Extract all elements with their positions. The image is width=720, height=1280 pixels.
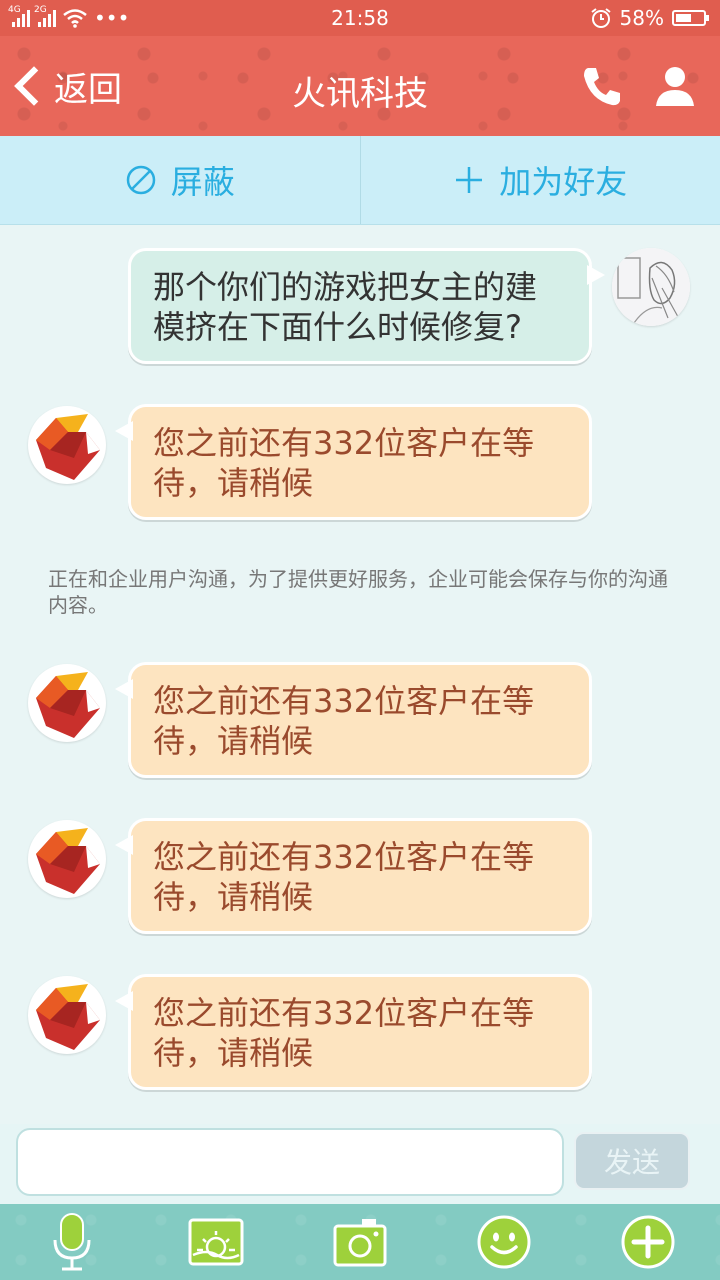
message-text: 您之前还有332位客户在等待，请稍候 (153, 838, 535, 916)
back-button[interactable]: 返回 (12, 58, 122, 114)
message-bubble[interactable]: 那个你们的游戏把女主的建模挤在下面什么时候修复? (128, 248, 605, 364)
input-bar: 发送 (0, 1124, 720, 1204)
plus-icon (621, 1215, 675, 1269)
company-avatar[interactable] (28, 976, 106, 1054)
image-button[interactable] (186, 1212, 246, 1272)
tool-bar (0, 1204, 720, 1280)
company-logo-icon (36, 414, 100, 480)
status-bar: 4G 2G ••• 21:58 58% (0, 0, 720, 36)
person-icon (656, 67, 694, 106)
message-text: 那个你们的游戏把女主的建模挤在下面什么时候修复? (153, 268, 538, 346)
voice-button[interactable] (42, 1212, 102, 1272)
alarm-icon (590, 8, 611, 28)
company-logo-icon (36, 672, 100, 738)
company-logo-icon (36, 828, 100, 894)
camera-button[interactable] (330, 1212, 390, 1272)
system-notice: 正在和企业用户沟通，为了提供更好服务，企业可能会保存与你的沟通内容。 (48, 567, 668, 617)
add-friend-button[interactable]: 加为好友 (359, 136, 720, 224)
company-avatar[interactable] (28, 664, 106, 742)
camera-icon (333, 1219, 387, 1267)
company-avatar[interactable] (28, 820, 106, 898)
send-button[interactable]: 发送 (574, 1132, 690, 1190)
phone-icon (584, 68, 620, 106)
company-logo-icon (36, 984, 100, 1050)
sketch-portrait-icon (612, 248, 690, 326)
back-label: 返回 (54, 69, 122, 110)
emoji-button[interactable] (474, 1212, 534, 1272)
message-bubble[interactable]: 您之前还有332位客户在等待，请稍候 (115, 404, 592, 520)
battery-level (676, 14, 692, 22)
emoji-icon (477, 1215, 531, 1269)
more-button[interactable] (618, 1212, 678, 1272)
phone-call-button[interactable] (578, 62, 626, 110)
nav-bar: 返回 火讯科技 (0, 36, 720, 136)
battery-percent: 58% (619, 6, 664, 30)
battery-icon (672, 10, 709, 26)
add-friend-label: 加为好友 (499, 163, 628, 201)
plus-icon (456, 167, 483, 193)
message-input[interactable] (16, 1128, 564, 1196)
message-text: 您之前还有332位客户在等待，请稍候 (153, 994, 535, 1072)
profile-button[interactable] (648, 60, 702, 114)
company-avatar[interactable] (28, 406, 106, 484)
message-bubble[interactable]: 您之前还有332位客户在等待，请稍候 (115, 818, 592, 934)
action-bar: 屏蔽 加为好友 (0, 136, 720, 225)
message-text: 您之前还有332位客户在等待，请稍候 (153, 424, 535, 502)
status-right: 58% (590, 6, 709, 30)
message-text: 您之前还有332位客户在等待，请稍候 (153, 682, 535, 760)
message-bubble[interactable]: 您之前还有332位客户在等待，请稍候 (115, 974, 592, 1090)
block-icon (126, 165, 155, 195)
user-avatar[interactable] (612, 248, 690, 326)
block-button[interactable]: 屏蔽 (0, 136, 360, 224)
message-bubble[interactable]: 您之前还有332位客户在等待，请稍候 (115, 662, 592, 778)
image-icon (188, 1218, 244, 1266)
chevron-left-icon (14, 66, 54, 106)
chat-area[interactable]: 那个你们的游戏把女主的建模挤在下面什么时候修复? 您之前还有332位客户在等待，… (0, 224, 720, 1124)
block-label: 屏蔽 (170, 163, 235, 201)
microphone-icon (53, 1213, 91, 1271)
